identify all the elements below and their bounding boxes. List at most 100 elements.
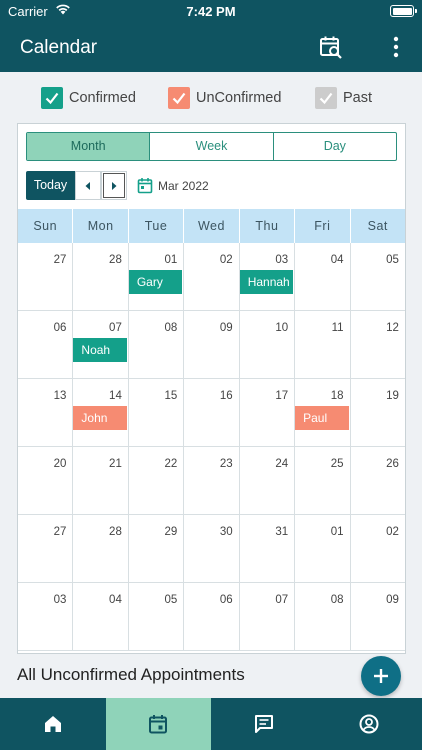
next-button[interactable] xyxy=(101,171,127,200)
day-number: 14 xyxy=(109,390,122,402)
app-header: Calendar xyxy=(0,24,422,72)
weekday-label: Mon xyxy=(73,209,129,243)
day-cell[interactable]: 28 xyxy=(73,515,129,582)
day-number: 25 xyxy=(330,458,344,470)
status-bar: Carrier 7:42 PM xyxy=(0,0,422,24)
day-number: 13 xyxy=(53,390,67,402)
day-cell[interactable]: 06 xyxy=(18,311,74,378)
day-cell[interactable]: 19 xyxy=(351,379,405,446)
day-cell[interactable]: 20 xyxy=(18,447,74,514)
legend-past[interactable]: Past xyxy=(315,85,372,111)
day-cell[interactable]: 27 xyxy=(18,243,74,310)
day-number: 27 xyxy=(53,254,67,266)
day-cell[interactable]: 26 xyxy=(351,447,405,514)
day-cell[interactable]: 17 xyxy=(240,379,296,446)
day-number: 03 xyxy=(53,594,67,606)
day-number: 19 xyxy=(386,390,399,402)
appointment-chip[interactable]: John xyxy=(73,406,127,430)
day-cell[interactable]: 25 xyxy=(295,447,351,514)
day-cell[interactable]: 07 xyxy=(240,583,296,650)
day-number: 20 xyxy=(53,458,67,470)
day-number: 29 xyxy=(164,526,178,538)
day-cell[interactable]: 13 xyxy=(18,379,74,446)
day-cell[interactable]: 03 Hannah xyxy=(239,243,296,310)
tab-week[interactable]: Week xyxy=(150,133,274,160)
day-cell[interactable]: 15 xyxy=(129,379,185,446)
day-cell[interactable]: 03 xyxy=(18,583,74,650)
day-cell[interactable]: 09 xyxy=(351,583,405,650)
tab-profile[interactable] xyxy=(317,698,422,750)
month-picker[interactable]: Mar 2022 xyxy=(137,177,209,194)
legend-label: Confirmed xyxy=(69,90,136,106)
tab-calendar[interactable] xyxy=(105,698,211,750)
weekday-label: Thu xyxy=(240,209,296,243)
day-cell[interactable]: 02 xyxy=(351,515,405,582)
appointment-chip[interactable]: Gary xyxy=(128,270,183,294)
day-cell[interactable]: 21 xyxy=(73,447,129,514)
view-switcher: Month Week Day xyxy=(26,132,397,161)
day-cell[interactable]: 09 xyxy=(184,311,240,378)
day-number: 01 xyxy=(330,526,344,538)
legend-unconfirmed[interactable]: UnConfirmed xyxy=(168,85,281,111)
previous-button[interactable] xyxy=(75,171,101,200)
day-number: 28 xyxy=(109,254,122,266)
day-cell[interactable]: 24 xyxy=(240,447,296,514)
day-number: 02 xyxy=(219,254,233,266)
day-number: 21 xyxy=(109,458,122,470)
month-label: Mar 2022 xyxy=(158,178,209,193)
calendar-card: Month Week Day Today Mar 2022 Sun Mon Tu… xyxy=(17,123,406,654)
day-cell[interactable]: 04 xyxy=(295,243,351,310)
message-icon xyxy=(254,715,273,733)
add-appointment-button[interactable] xyxy=(361,656,401,696)
checkbox-icon xyxy=(41,87,63,109)
day-cell[interactable]: 06 xyxy=(184,583,240,650)
weekday-label: Tue xyxy=(129,209,185,243)
day-cell[interactable]: 10 xyxy=(240,311,296,378)
day-cell[interactable]: 08 xyxy=(295,583,351,650)
day-cell[interactable]: 01 xyxy=(295,515,351,582)
day-cell[interactable]: 29 xyxy=(129,515,185,582)
day-cell[interactable]: 04 xyxy=(73,583,129,650)
day-cell[interactable]: 01 Gary xyxy=(128,243,185,310)
week-row: 27 28 29 30 31 01 02 xyxy=(18,515,405,583)
legend-confirmed[interactable]: Confirmed xyxy=(41,85,136,111)
day-cell[interactable]: 22 xyxy=(129,447,185,514)
calendar-search-icon[interactable] xyxy=(318,34,344,60)
appointment-chip[interactable]: Noah xyxy=(73,338,127,362)
appointment-chip[interactable]: Hannah xyxy=(239,270,294,294)
tab-month[interactable]: Month xyxy=(27,133,151,160)
more-vertical-icon[interactable] xyxy=(384,34,408,60)
day-cell[interactable]: 18 Paul xyxy=(295,379,351,446)
day-cell[interactable]: 11 xyxy=(295,311,351,378)
day-cell[interactable]: 23 xyxy=(184,447,240,514)
day-cell[interactable]: 16 xyxy=(184,379,240,446)
day-number: 05 xyxy=(164,594,178,606)
day-cell[interactable]: 07 Noah xyxy=(73,311,129,378)
day-cell[interactable]: 05 xyxy=(351,243,405,310)
checkbox-icon xyxy=(315,87,337,109)
tab-home[interactable] xyxy=(0,698,106,750)
day-cell[interactable]: 28 xyxy=(73,243,129,310)
day-number: 23 xyxy=(219,458,233,470)
day-number: 08 xyxy=(164,322,178,334)
day-cell[interactable]: 30 xyxy=(184,515,240,582)
today-button[interactable]: Today xyxy=(26,171,75,200)
week-row: 06 07 Noah 08 09 10 11 12 xyxy=(18,311,405,379)
day-cell[interactable]: 27 xyxy=(18,515,74,582)
section-title: All Unconfirmed Appointments xyxy=(17,665,245,684)
weekday-label: Sat xyxy=(367,219,388,233)
legend-label: Past xyxy=(343,90,373,106)
day-cell[interactable]: 12 xyxy=(351,311,405,378)
tab-day[interactable]: Day xyxy=(274,133,396,160)
day-cell[interactable]: 02 xyxy=(184,243,240,310)
day-number: 26 xyxy=(386,458,399,470)
day-cell[interactable]: 31 xyxy=(240,515,296,582)
day-cell[interactable]: 08 xyxy=(129,311,185,378)
profile-icon xyxy=(359,714,379,734)
tab-messages[interactable] xyxy=(211,698,317,750)
appointment-chip[interactable]: Paul xyxy=(295,406,349,430)
day-cell[interactable]: 05 xyxy=(129,583,185,650)
day-cell[interactable]: 14 John xyxy=(73,379,129,446)
chevron-left-icon xyxy=(85,181,90,190)
day-number: 16 xyxy=(219,390,233,402)
